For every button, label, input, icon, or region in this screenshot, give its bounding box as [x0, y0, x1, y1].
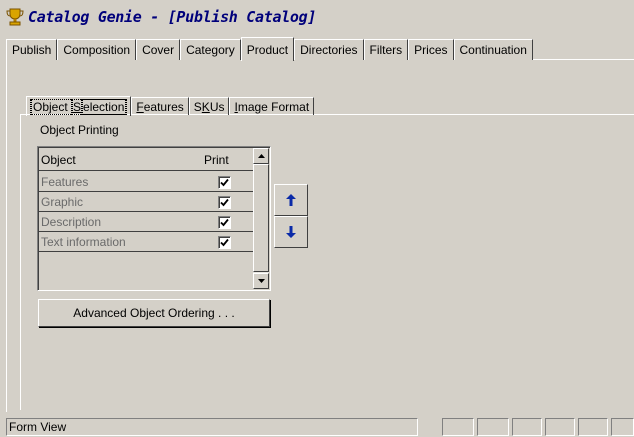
move-down-button[interactable] — [274, 216, 308, 248]
status-panel — [442, 418, 474, 436]
grid-header: Object Print — [39, 148, 253, 171]
column-header-print: Print — [204, 153, 229, 167]
print-checkbox[interactable] — [218, 216, 231, 229]
title-bar: Catalog Genie - [Publish Catalog] — [0, 0, 634, 33]
sub-tab-strip: Object Selection Features S K Us Image For… — [26, 95, 315, 116]
move-up-button[interactable] — [274, 184, 308, 216]
object-print-grid[interactable]: Object Print Features Graphic Descriptio… — [37, 146, 271, 291]
scroll-thumb[interactable] — [253, 164, 269, 272]
table-row[interactable]: Text information — [39, 232, 253, 252]
checkmark-icon — [220, 238, 229, 247]
scroll-down-button[interactable] — [253, 273, 269, 289]
grid-scrollbar[interactable] — [253, 148, 269, 289]
tab-composition[interactable]: Composition — [57, 39, 137, 60]
triangle-down-icon — [257, 279, 265, 283]
triangle-up-icon — [257, 154, 265, 158]
scroll-up-button[interactable] — [253, 148, 269, 164]
table-row[interactable]: Graphic — [39, 192, 253, 212]
status-panel — [477, 418, 509, 436]
tab-cover[interactable]: Cover — [136, 39, 181, 60]
arrow-up-icon — [286, 194, 296, 206]
trophy-icon — [4, 6, 26, 28]
status-panel — [578, 418, 608, 436]
print-checkbox[interactable] — [218, 196, 231, 209]
print-checkbox[interactable] — [218, 176, 231, 189]
tab-features[interactable]: Features — [131, 97, 189, 115]
tab-product[interactable]: Product — [240, 37, 295, 61]
status-bar: Form View — [0, 416, 634, 437]
status-text: Form View — [6, 418, 418, 436]
column-header-object: Object — [41, 153, 76, 167]
checkmark-icon — [220, 198, 229, 207]
tab-continuation[interactable]: Continuation — [453, 39, 533, 60]
table-row[interactable]: Features — [39, 172, 253, 192]
advanced-object-ordering-button[interactable]: Advanced Object Ordering . . . — [38, 299, 270, 327]
status-panel — [611, 418, 634, 436]
tab-prices[interactable]: Prices — [408, 39, 454, 60]
row-name: Text information — [41, 235, 126, 249]
row-name: Graphic — [41, 195, 84, 209]
main-tab-strip: Publish Composition Cover Category Produ… — [6, 37, 533, 61]
tab-skus[interactable]: S K Us — [188, 97, 230, 115]
tab-object-selection[interactable]: Object Selection — [26, 96, 132, 116]
tab-category[interactable]: Category — [180, 39, 241, 60]
arrow-down-icon — [286, 226, 296, 238]
status-panel — [512, 418, 542, 436]
tab-image-format[interactable]: Image Format — [229, 97, 315, 115]
window-title: Catalog Genie - [Publish Catalog] — [28, 7, 317, 26]
status-panel — [545, 418, 575, 436]
checkmark-icon — [220, 178, 229, 187]
tab-publish[interactable]: Publish — [6, 39, 58, 60]
object-printing-label: Object Printing — [40, 123, 119, 137]
row-name: Description — [41, 215, 102, 229]
row-name: Features — [41, 175, 89, 189]
tab-directories[interactable]: Directories — [294, 39, 364, 60]
tab-filters[interactable]: Filters — [363, 39, 409, 60]
table-row[interactable]: Description — [39, 212, 253, 232]
print-checkbox[interactable] — [218, 236, 231, 249]
checkmark-icon — [220, 218, 229, 227]
